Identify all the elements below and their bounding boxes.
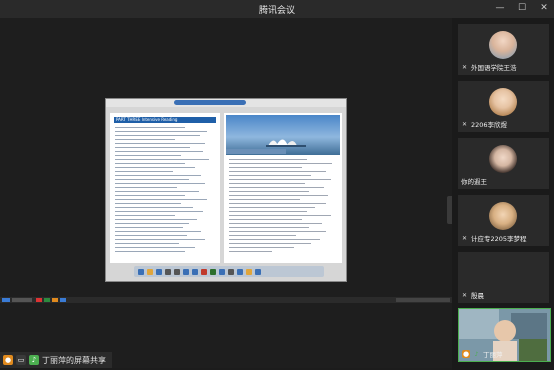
fit-icon[interactable]: [183, 268, 189, 275]
screen-share-status: ● ▭ ♪ 丁丽萍的屏幕共享: [0, 352, 112, 368]
book-icon[interactable]: [219, 268, 225, 275]
participant-name: 殷晨: [471, 292, 484, 300]
title-banner: [226, 149, 286, 154]
zoom-out-icon[interactable]: [174, 268, 180, 275]
sharer-label: 丁丽萍的屏幕共享: [42, 355, 106, 365]
window-title: 腾讯会议: [258, 5, 295, 16]
participants-panel: ✕ 外国语学院王浩 ✕ 2206李欣煜 你的遐王 ✕ 计应专2205李梦程 ✕ …: [452, 18, 554, 370]
mic-muted-icon: ✕: [461, 291, 468, 299]
participant-name: 计应专2205李梦程: [471, 235, 527, 243]
mic-muted-icon: ✕: [461, 120, 468, 128]
shared-screen-stage: PART THREE Intensive Reading: [0, 18, 452, 368]
close-icon[interactable]: ✕: [538, 2, 550, 15]
avatar: [489, 31, 517, 59]
host-icon: ●: [462, 350, 470, 358]
participant-tile[interactable]: ✕ 计应专2205李梦程: [458, 195, 549, 246]
search-icon[interactable]: [201, 268, 207, 275]
participant-name: 丁丽萍: [483, 351, 503, 359]
title-bar: 腾讯会议 — ☐ ✕: [0, 0, 554, 18]
zoom-in-icon[interactable]: [165, 268, 171, 275]
part-header: PART THREE Intensive Reading: [114, 117, 216, 123]
shared-taskbar: [0, 297, 452, 303]
participant-name: 2206李欣煜: [471, 121, 508, 129]
mic-muted-icon: ✕: [461, 63, 468, 71]
nav-icon[interactable]: [156, 268, 162, 275]
user-icon: ●: [3, 355, 13, 365]
document-page-right: [224, 113, 342, 263]
mic-muted-icon: ✕: [461, 234, 468, 242]
avatar: [489, 88, 517, 116]
window-controls: — ☐ ✕: [494, 2, 550, 15]
avatar: [489, 145, 517, 173]
pdf-bottom-toolbar: [134, 266, 324, 277]
page-icon[interactable]: [138, 268, 144, 275]
mic-icon: ♪: [29, 355, 39, 365]
active-video-tile[interactable]: ● ♪ 丁丽萍: [458, 308, 551, 362]
text-lines-right: [229, 159, 337, 255]
participant-tile[interactable]: ✕ 2206李欣煜: [458, 81, 549, 132]
thumbnail-icon[interactable]: [237, 268, 243, 275]
participant-tile[interactable]: 你的遐王: [458, 138, 549, 189]
folder-icon[interactable]: [147, 268, 153, 275]
text-lines-left: [115, 127, 215, 255]
screen-share-icon: ▭: [16, 355, 26, 365]
minimize-icon[interactable]: —: [494, 2, 506, 15]
shared-document[interactable]: PART THREE Intensive Reading: [105, 98, 347, 282]
opera-house-icon: [266, 139, 306, 147]
participant-tile[interactable]: ✕ 外国语学院王浩: [458, 24, 549, 75]
participant-name: 你的遐王: [461, 178, 487, 186]
document-page-left: PART THREE Intensive Reading: [110, 113, 220, 263]
participant-name: 外国语学院王浩: [471, 64, 517, 72]
highlight-icon[interactable]: [210, 268, 216, 275]
pdf-top-bar: [106, 99, 346, 107]
grid-icon[interactable]: [228, 268, 234, 275]
maximize-icon[interactable]: ☐: [516, 2, 528, 15]
participant-tile[interactable]: ✕ 殷晨: [458, 252, 549, 303]
mic-icon: ♪: [474, 350, 479, 358]
avatar: [489, 202, 517, 230]
pdf-page-toolbar[interactable]: [174, 100, 246, 105]
page-number-icon[interactable]: [192, 268, 198, 275]
settings-icon[interactable]: [255, 268, 261, 275]
pen-icon[interactable]: [246, 268, 252, 275]
